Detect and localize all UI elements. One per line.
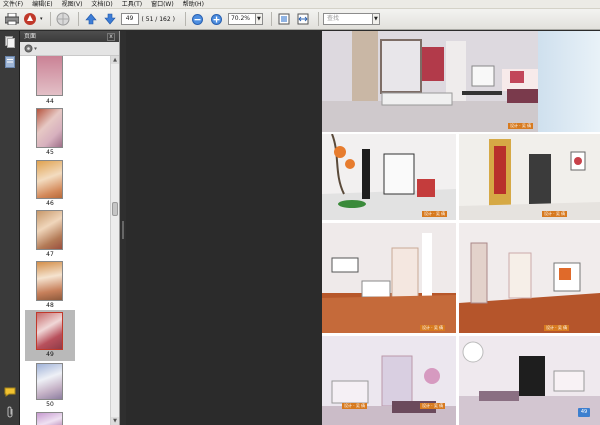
page-thumbnail-label: 50: [46, 401, 54, 408]
photo-caption: 设计 · 吴 倩: [544, 325, 570, 331]
page-thumbnail[interactable]: [36, 412, 63, 425]
print-button[interactable]: [4, 11, 20, 27]
photo-living-room-sofa: [322, 336, 456, 425]
menu-document[interactable]: 文档(D): [91, 0, 112, 9]
zoom-in-icon: [211, 13, 223, 25]
printer-icon: [5, 13, 19, 25]
menu-tools[interactable]: 工具(T): [122, 0, 142, 9]
menu-bar: 文件(F) 编辑(E) 视图(V) 文档(D) 工具(T) 窗口(W) 帮助(H…: [0, 0, 600, 9]
page-number-badge: 49: [578, 408, 590, 417]
page-thumbnail[interactable]: [36, 108, 63, 148]
next-page-button[interactable]: [102, 11, 118, 27]
page-thumbnail-label: 44: [46, 98, 54, 105]
previous-page-button[interactable]: [83, 11, 99, 27]
zoom-out-button[interactable]: [190, 11, 206, 27]
interior-photo-window: [538, 31, 600, 132]
toolbar-separator: [317, 12, 319, 26]
menu-window[interactable]: 窗口(W): [151, 0, 174, 9]
collaborate-button[interactable]: [55, 11, 71, 27]
page-thumbnail[interactable]: [36, 261, 63, 301]
photo-caption: 设计 · 吴 倩: [420, 325, 446, 331]
page-thumbnail[interactable]: [36, 160, 63, 199]
photo-caption: 设计 · 吴 倩: [420, 403, 446, 409]
navigation-icon-strip: [0, 31, 20, 425]
page-thumbnail[interactable]: [36, 210, 63, 250]
menu-edit[interactable]: 编辑(E): [32, 0, 52, 9]
comments-panel-button[interactable]: [3, 385, 17, 399]
globe-icon: [56, 12, 70, 26]
fit-page-icon: [278, 13, 290, 25]
interior-photo: [322, 336, 456, 425]
pages-panel-header: 页面 x: [20, 31, 119, 42]
zoom-level-field[interactable]: 70.2%: [227, 13, 256, 25]
pages-panel-title: 页面: [24, 33, 37, 40]
acrobat-create-icon: [24, 13, 36, 25]
search-dropdown-button[interactable]: ▼: [372, 13, 380, 25]
document-view[interactable]: 设计 · 吴 倩 设计 · 吴 倩 设计 · 吴 倩 设计 · 吴 倩 设计 ·…: [126, 31, 600, 425]
arrow-down-icon: [103, 13, 116, 25]
interior-photo: [322, 134, 456, 220]
page-thumbnail[interactable]: [36, 56, 63, 96]
pages-panel-options[interactable]: [20, 42, 119, 56]
page-thumbnail-label: 45: [46, 149, 54, 156]
pages-icon: [5, 36, 15, 48]
zoom-dropdown-button[interactable]: ▼: [255, 13, 263, 25]
toolbar-separator: [49, 12, 51, 26]
close-panel-button[interactable]: x: [107, 32, 115, 41]
document-page: 设计 · 吴 倩 设计 · 吴 倩 设计 · 吴 倩 设计 · 吴 倩 设计 ·…: [322, 31, 600, 425]
scroll-down-icon[interactable]: ▼: [111, 417, 119, 425]
thumbnail-scrollbar[interactable]: ▲ ▼: [110, 56, 119, 425]
page-count: ( 51 / 162 ): [141, 15, 175, 23]
scroll-up-icon[interactable]: ▲: [111, 56, 119, 64]
photo-hallway-flowers: [322, 134, 456, 220]
interior-photo: [459, 134, 600, 220]
fit-width-icon: [297, 13, 309, 25]
pages-panel-button[interactable]: [3, 35, 17, 49]
photo-caption: 设计 · 吴 倩: [342, 403, 368, 409]
attachments-panel-button[interactable]: [3, 405, 17, 419]
splitter-grip[interactable]: [122, 221, 124, 239]
photo-caption: 设计 · 吴 倩: [508, 123, 534, 129]
bookmarks-panel-button[interactable]: [3, 55, 17, 69]
arrow-up-icon: [84, 13, 97, 25]
page-number-input[interactable]: 49: [120, 13, 139, 25]
photo-hallway-wood-floor: [459, 223, 600, 333]
bookmark-icon: [5, 56, 15, 68]
interior-photo: [322, 223, 456, 333]
thumbnail-list: 44 45 46 47 48 49 50: [20, 56, 110, 425]
paperclip-icon: [7, 406, 13, 418]
menu-help[interactable]: 帮助(H): [183, 0, 204, 9]
zoom-out-icon: [192, 13, 204, 25]
toolbar-separator: [184, 12, 186, 26]
pages-panel: 页面 x 44 45 46 47 48 49 50 ▲ ▼: [20, 31, 120, 425]
chevron-down-icon: ▼: [257, 16, 261, 22]
toolbar-separator: [77, 12, 79, 26]
scrollbar-thumb[interactable]: [112, 202, 118, 216]
page-thumbnail-label: 49: [46, 351, 54, 358]
options-gear-icon: [24, 44, 37, 53]
page-thumbnail-label: 46: [46, 200, 54, 207]
toolbar-separator: [270, 12, 272, 26]
search-input[interactable]: [322, 13, 373, 25]
page-thumbnail-label: 47: [46, 251, 54, 258]
photo-living-room: [322, 31, 538, 132]
photo-room-wood-floor: [322, 223, 456, 333]
menu-file[interactable]: 文件(F): [3, 0, 23, 9]
chevron-down-icon: ▼: [374, 16, 378, 22]
photo-caption: 设计 · 吴 倩: [422, 211, 448, 217]
interior-photo: [459, 223, 600, 333]
photo-caption: 设计 · 吴 倩: [542, 211, 568, 217]
photo-corridor-red-panel: [459, 134, 600, 220]
comment-icon: [4, 387, 16, 397]
menu-view[interactable]: 视图(V): [62, 0, 83, 9]
zoom-in-button[interactable]: [209, 11, 225, 27]
fit-page-button[interactable]: [276, 11, 292, 27]
create-pdf-button[interactable]: ▾: [23, 11, 43, 27]
page-thumbnail-selected[interactable]: [36, 312, 63, 350]
interior-photo: [322, 31, 538, 132]
page-thumbnail-label: 48: [46, 302, 54, 309]
fit-width-button[interactable]: [295, 11, 311, 27]
page-thumbnail[interactable]: [36, 363, 63, 400]
toolbar: ▾ 49 ( 51 / 162 ) 70.2% ▼ 查找 ▼: [0, 9, 600, 30]
